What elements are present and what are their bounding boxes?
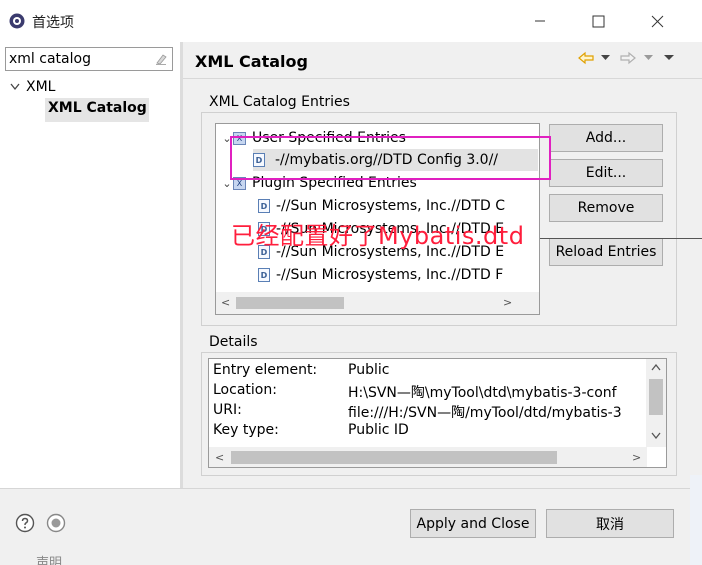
eclipse-gear-icon (9, 13, 25, 29)
nav-tree-item-xml-label: XML (26, 79, 56, 95)
add-button[interactable]: Add... (549, 124, 663, 152)
page-title: XML Catalog (195, 52, 308, 71)
scrollbar-thumb[interactable] (231, 451, 557, 464)
detail-key: URI: (213, 402, 242, 418)
dropdown-arrow-icon (644, 55, 653, 60)
reload-entries-button[interactable]: Reload Entries (549, 238, 663, 266)
background-window-text: 声明 (0, 552, 62, 565)
detail-value: Public ID (348, 422, 409, 438)
scroll-up-icon[interactable] (651, 364, 661, 371)
clear-filter-icon[interactable] (154, 52, 168, 66)
minimize-icon (535, 20, 545, 22)
detail-key: Key type: (213, 422, 279, 438)
tree-item-plugin-entry[interactable]: D -//Sun Microsystems, Inc.//DTD F (258, 264, 503, 286)
title-separator (183, 78, 702, 79)
tree-item-label: -//Sun Microsystems, Inc.//DTD C (276, 198, 505, 214)
remove-button[interactable]: Remove (549, 194, 663, 222)
detail-key: Entry element: (213, 362, 318, 378)
title-bar: 首选项 (0, 0, 702, 42)
scroll-right-icon[interactable]: > (503, 296, 512, 309)
dtd-file-icon: D (258, 268, 270, 282)
scrollbar-thumb[interactable] (649, 379, 663, 415)
close-button[interactable] (642, 8, 672, 34)
tree-item-plugin-entry[interactable]: D -//Sun Microsystems, Inc.//DTD C (258, 195, 505, 217)
minimize-button[interactable] (525, 8, 555, 34)
dropdown-arrow-icon (601, 55, 610, 60)
chevron-down-icon[interactable] (10, 83, 20, 91)
scroll-down-icon[interactable] (651, 432, 661, 439)
filter-input[interactable]: xml catalog (5, 47, 173, 71)
help-icon[interactable] (15, 513, 35, 533)
arrow-left-icon (578, 51, 594, 65)
detail-value: H:\SVN—陶\myTool\dtd\mybatis-3-conf (348, 385, 617, 401)
detail-key: Location: (213, 382, 277, 398)
scrollbar-thumb[interactable] (236, 297, 344, 309)
details-horizontal-scrollbar[interactable]: < > (209, 447, 647, 467)
details-group-label: Details (207, 334, 260, 350)
forward-menu-button[interactable] (644, 48, 653, 68)
record-macro-icon[interactable] (46, 513, 66, 533)
window-title: 首选项 (32, 15, 74, 31)
details-text-area[interactable]: Entry element: Public Location: H:\SVN—陶… (208, 358, 667, 468)
dtd-file-icon: D (258, 199, 270, 213)
back-button[interactable] (578, 48, 594, 68)
apply-and-close-button[interactable]: Apply and Close (410, 509, 536, 538)
annotation-text: 已经配置好了Mybatis.dtd (231, 222, 525, 250)
button-bar-separator (0, 488, 702, 489)
close-icon (651, 15, 663, 27)
nav-tree-item-xml[interactable]: XML (10, 79, 55, 95)
highlight-box (230, 136, 551, 180)
maximize-icon (592, 15, 604, 27)
details-vertical-scrollbar[interactable] (646, 359, 666, 447)
filter-input-value: xml catalog (9, 51, 91, 67)
scroll-left-icon[interactable]: < (221, 296, 230, 309)
callout-line (540, 238, 702, 239)
cancel-button[interactable]: 取消 (546, 509, 674, 538)
scroll-right-icon[interactable]: > (632, 451, 641, 464)
background-window-text-label: 声明 (36, 556, 63, 565)
edit-button[interactable]: Edit... (549, 159, 663, 187)
forward-button[interactable] (620, 48, 636, 68)
maximize-button[interactable] (583, 8, 613, 34)
entries-horizontal-scrollbar[interactable]: < > (216, 292, 539, 314)
background-window-edge (690, 475, 702, 565)
nav-tree-item-xml-catalog[interactable]: XML Catalog (45, 98, 149, 122)
back-menu-button[interactable] (601, 48, 610, 68)
tree-item-label: -//Sun Microsystems, Inc.//DTD F (276, 267, 504, 283)
arrow-right-icon (620, 51, 636, 65)
catalog-entries-group-label: XML Catalog Entries (207, 94, 352, 110)
detail-value: file:///H:/SVN—陶/myTool/dtd/mybatis-3 (348, 405, 622, 421)
detail-value: Public (348, 362, 390, 378)
scroll-left-icon[interactable]: < (215, 451, 224, 464)
view-menu-button[interactable] (664, 48, 674, 68)
view-menu-icon (664, 55, 674, 60)
